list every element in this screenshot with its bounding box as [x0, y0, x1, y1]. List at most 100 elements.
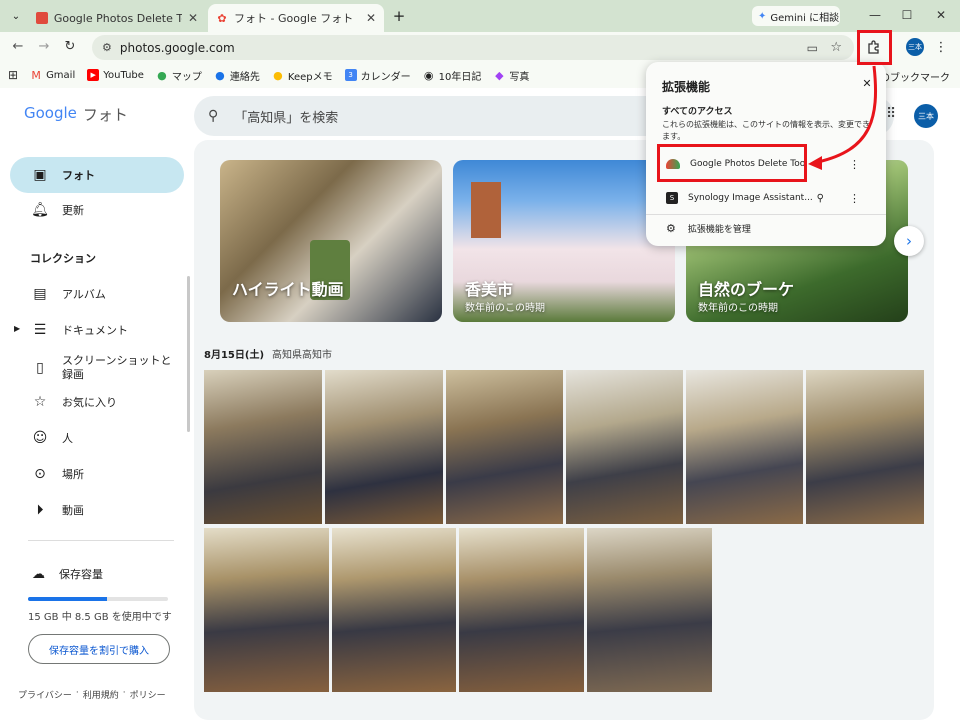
photo-thumbnail[interactable]	[325, 370, 443, 524]
bookmark-calendar[interactable]: 3 カレンダー	[344, 68, 411, 83]
terms-link[interactable]: 利用規約	[83, 688, 119, 701]
bookmark-label: Keepメモ	[287, 71, 333, 83]
highlight-box	[657, 144, 807, 182]
bookmark-label: 写真	[509, 71, 530, 83]
memory-photo	[471, 182, 501, 238]
sidebar-item-screenshots[interactable]: ▯ スクリーンショットと録画	[10, 348, 184, 388]
search-input[interactable]: 「高知県」を検索	[234, 107, 338, 126]
sidebar-item-photos[interactable]: ▣ フォト	[10, 157, 184, 193]
tab-title: フォト - Google フォト	[234, 12, 354, 25]
divider	[28, 540, 174, 541]
forward-icon[interactable]: →	[36, 38, 52, 54]
back-icon[interactable]: ←	[10, 38, 26, 54]
tab-google-photos-delete-tool[interactable]: Google Photos Delete Tool - Ch ✕	[28, 4, 206, 32]
access-header: すべてのアクセス	[662, 107, 733, 117]
profile-avatar[interactable]: 三本	[906, 38, 924, 56]
chevron-right-icon[interactable]: ›	[894, 226, 924, 256]
new-tab-icon[interactable]: +	[390, 7, 408, 25]
photo-thumbnail[interactable]	[686, 370, 803, 524]
photo-thumbnail[interactable]	[204, 528, 329, 692]
more-vert-icon[interactable]: ⋮	[849, 192, 860, 205]
extension-item-synology-image-assistant[interactable]: S Synology Image Assistant... ⚲ ⋮	[658, 184, 878, 212]
all-bookmarks[interactable]: すべてのブックマーク	[880, 69, 950, 84]
bookmark-contacts[interactable]: ● 連絡先	[214, 68, 260, 83]
photo-thumbnail[interactable]	[204, 370, 322, 524]
reload-icon[interactable]: ↻	[62, 38, 78, 54]
apps-grid-icon[interactable]: ⊞	[8, 68, 18, 82]
photo-thumbnail[interactable]	[587, 528, 712, 692]
photo-thumbnail[interactable]	[459, 528, 584, 692]
keep-bulb-icon: ●	[273, 68, 283, 82]
buy-storage-button[interactable]: 保存容量を割引で購入	[28, 634, 170, 664]
bookmark-photos[interactable]: ◆ 写真	[493, 68, 529, 83]
play-circle-icon: ⏵	[36, 502, 44, 518]
bookmark-gmail[interactable]: M Gmail	[30, 69, 76, 82]
bookmark-keep[interactable]: ● Keepメモ	[272, 68, 333, 83]
photo-thumbnail[interactable]	[446, 370, 563, 524]
gear-icon: ⚙	[666, 222, 676, 235]
sidebar-item-favorites[interactable]: ☆ お気に入り	[10, 384, 184, 420]
maximize-icon[interactable]: ☐	[890, 4, 924, 26]
calendar-icon: 3	[344, 69, 357, 81]
diary-globe-icon: ◉	[423, 68, 434, 82]
privacy-link[interactable]: プライバシー	[18, 688, 72, 701]
window-close-icon[interactable]: ✕	[924, 4, 958, 26]
bookmark-diary[interactable]: ◉ 10年日記	[423, 68, 482, 83]
browser-toolbar: ← → ↻ ⚙ photos.google.com ▭ ☆ 三本 ⋮	[0, 32, 960, 62]
close-icon[interactable]: ✕	[366, 11, 376, 25]
location-text: 高知県高知市	[272, 350, 333, 361]
bookmark-label: 10年日記	[438, 71, 482, 83]
sidebar-item-albums[interactable]: ▤ アルバム	[10, 276, 184, 312]
collections-header: コレクション	[30, 252, 96, 265]
apps-grid-icon[interactable]: ⠿	[886, 106, 896, 122]
sidebar-item-updates[interactable]: 🔔︎ 更新	[10, 192, 184, 228]
storage-bar	[28, 597, 168, 601]
memory-card-highlight[interactable]: ハイライト動画	[220, 160, 442, 322]
google-photos-favicon-icon: ✿	[217, 11, 227, 25]
memory-card-kami-city[interactable]: 香美市 数年前のこの時期	[453, 160, 675, 322]
close-icon[interactable]: ✕	[188, 11, 198, 25]
site-info-icon[interactable]: ⚙	[102, 41, 112, 54]
browser-menu-icon[interactable]: ⋮	[934, 38, 948, 56]
sidebar-item-places[interactable]: ⊙ 場所	[10, 456, 184, 492]
sidebar-item-label: ドキュメント	[62, 324, 128, 337]
extension-favicon-icon	[36, 12, 48, 24]
extensions-popup: 拡張機能 ✕ すべてのアクセス これらの拡張機能は、このサイトの情報を表示、変更…	[646, 62, 886, 246]
sidebar-item-people[interactable]: ☺ 人	[10, 420, 184, 456]
sidebar-item-label: 動画	[62, 504, 84, 517]
sidebar-scrollbar[interactable]	[187, 276, 190, 432]
sidebar-item-label: アルバム	[62, 288, 106, 301]
tab-google-photos[interactable]: ✿ フォト - Google フォト ✕	[208, 4, 384, 32]
tab-strip: ⌄ Google Photos Delete Tool - Ch ✕ ✿ フォト…	[0, 0, 960, 32]
bookmark-maps[interactable]: ● マップ	[156, 68, 202, 83]
manage-label: 拡張機能を管理	[687, 225, 751, 235]
account-avatar[interactable]: 三本	[914, 104, 938, 128]
pin-icon[interactable]: ⚲	[817, 193, 824, 204]
memory-title: 自然のブーケ	[698, 280, 795, 299]
separator-dot: ·	[122, 688, 126, 698]
photo-thumbnail[interactable]	[566, 370, 683, 524]
policy-link[interactable]: ポリシー	[130, 688, 166, 701]
photo-thumbnail[interactable]	[332, 528, 456, 692]
tab-search-chevron-icon[interactable]: ⌄	[8, 8, 24, 24]
extension-name: Synology Image Assistant...	[688, 193, 813, 203]
sidebar-item-label: スクリーンショットと録画	[62, 354, 172, 381]
sidebar-item-videos[interactable]: ⏵ 動画	[10, 492, 184, 528]
more-vert-icon[interactable]: ⋮	[849, 158, 860, 171]
all-bookmarks-label: すべてのブックマーク	[880, 73, 950, 84]
cast-icon[interactable]: ▭	[807, 41, 818, 55]
gemini-button[interactable]: ✦ Gemini に相談	[752, 6, 840, 26]
bookmark-label: Gmail	[46, 69, 76, 81]
sidebar-item-documents[interactable]: ☰ ドキュメント	[10, 312, 184, 348]
manage-extensions-link[interactable]: ⚙ 拡張機能を管理	[666, 222, 751, 235]
bookmark-youtube[interactable]: ▶ YouTube	[87, 69, 144, 81]
bookmark-star-icon[interactable]: ☆	[830, 40, 842, 55]
photos-icon: ◆	[495, 68, 504, 82]
address-bar[interactable]: ⚙ photos.google.com ▭ ☆	[92, 35, 854, 60]
minimize-icon[interactable]: —	[858, 4, 892, 26]
photo-thumbnail[interactable]	[806, 370, 924, 524]
close-icon[interactable]: ✕	[860, 76, 874, 90]
storage-link[interactable]: ☁ 保存容量	[32, 566, 103, 582]
memory-subtitle: 数年前のこの時期	[465, 303, 545, 314]
url-text[interactable]: photos.google.com	[120, 41, 235, 55]
